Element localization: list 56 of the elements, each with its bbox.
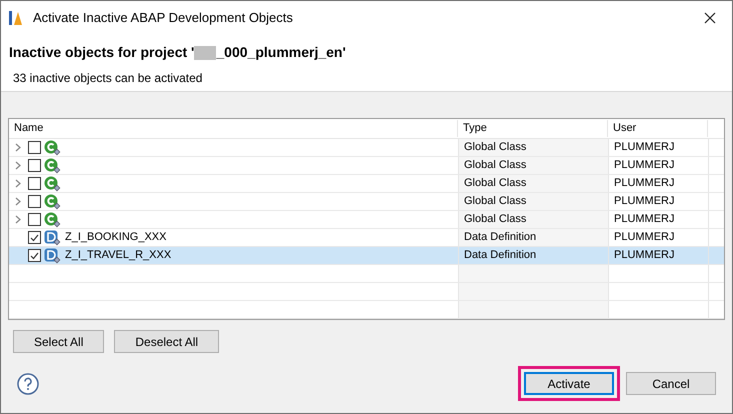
checkbox[interactable] — [28, 249, 41, 262]
column-header[interactable]: Type — [458, 120, 608, 137]
table-cell-text: Z_I_BOOKING_XXX — [65, 230, 166, 246]
checkbox[interactable] — [28, 231, 41, 244]
app-icon — [9, 10, 25, 26]
help-icon[interactable] — [17, 372, 39, 394]
data-definition-icon — [44, 230, 62, 246]
table-cell: Global Class — [458, 157, 608, 174]
dialog-button[interactable]: Cancel — [626, 372, 716, 395]
table-cell: PLUMMERJ — [608, 193, 708, 210]
table-cell: Global Class — [458, 175, 608, 192]
table-cell: Data Definition — [458, 247, 608, 264]
column-header[interactable]: User — [608, 120, 708, 137]
table-row[interactable]: Global Class PLUMMERJ — [9, 211, 724, 229]
selection-button[interactable]: Select All — [13, 330, 104, 353]
table-cell: Global Class — [458, 139, 608, 156]
data-definition-icon — [44, 248, 62, 264]
table-cell: PLUMMERJ — [608, 229, 708, 246]
table-cell: Global Class — [458, 193, 608, 210]
table-row[interactable]: Global Class PLUMMERJ — [9, 193, 724, 211]
table-cell: Data Definition — [458, 229, 608, 246]
checkbox[interactable] — [28, 195, 41, 208]
class-icon — [44, 176, 62, 192]
checkbox[interactable] — [28, 213, 41, 226]
table-row[interactable]: Global Class PLUMMERJ — [9, 139, 724, 157]
checkbox[interactable] — [28, 159, 41, 172]
expand-icon[interactable] — [15, 197, 21, 206]
dialog-button[interactable]: Activate — [524, 372, 614, 395]
checkbox[interactable] — [28, 177, 41, 190]
table-cell: Global Class — [458, 211, 608, 228]
expand-icon[interactable] — [15, 143, 21, 152]
close-icon[interactable] — [704, 12, 716, 24]
table-row[interactable]: Z_I_TRAVEL_R_XXX Data Definition PLUMMERJ — [9, 247, 724, 265]
table-cell-text: Z_I_TRAVEL_R_XXX — [65, 248, 172, 264]
redaction-block — [194, 46, 216, 60]
table-cell: PLUMMERJ — [608, 247, 708, 264]
table-cell: PLUMMERJ — [608, 175, 708, 192]
dialog-heading: _000_plummerj_en' — [216, 43, 346, 62]
dialog-heading: Inactive objects for project ' — [9, 43, 194, 62]
class-icon — [44, 212, 62, 228]
table-cell: PLUMMERJ — [608, 157, 708, 174]
selection-button[interactable]: Deselect All — [114, 330, 220, 353]
window-title: Activate Inactive ABAP Development Objects — [33, 8, 294, 27]
class-icon — [44, 194, 62, 210]
checkbox[interactable] — [28, 141, 41, 154]
class-icon — [44, 158, 62, 174]
table-row[interactable]: Global Class PLUMMERJ — [9, 175, 724, 193]
class-icon — [44, 140, 62, 156]
expand-icon[interactable] — [15, 179, 21, 188]
table-cell: PLUMMERJ — [608, 139, 708, 156]
table-row[interactable]: Global Class PLUMMERJ — [9, 157, 724, 175]
expand-icon[interactable] — [15, 161, 21, 170]
table-cell: PLUMMERJ — [608, 211, 708, 228]
column-header[interactable]: Name — [9, 120, 458, 137]
dialog-message: 33 inactive objects can be activated — [13, 70, 204, 87]
expand-icon[interactable] — [15, 215, 21, 224]
